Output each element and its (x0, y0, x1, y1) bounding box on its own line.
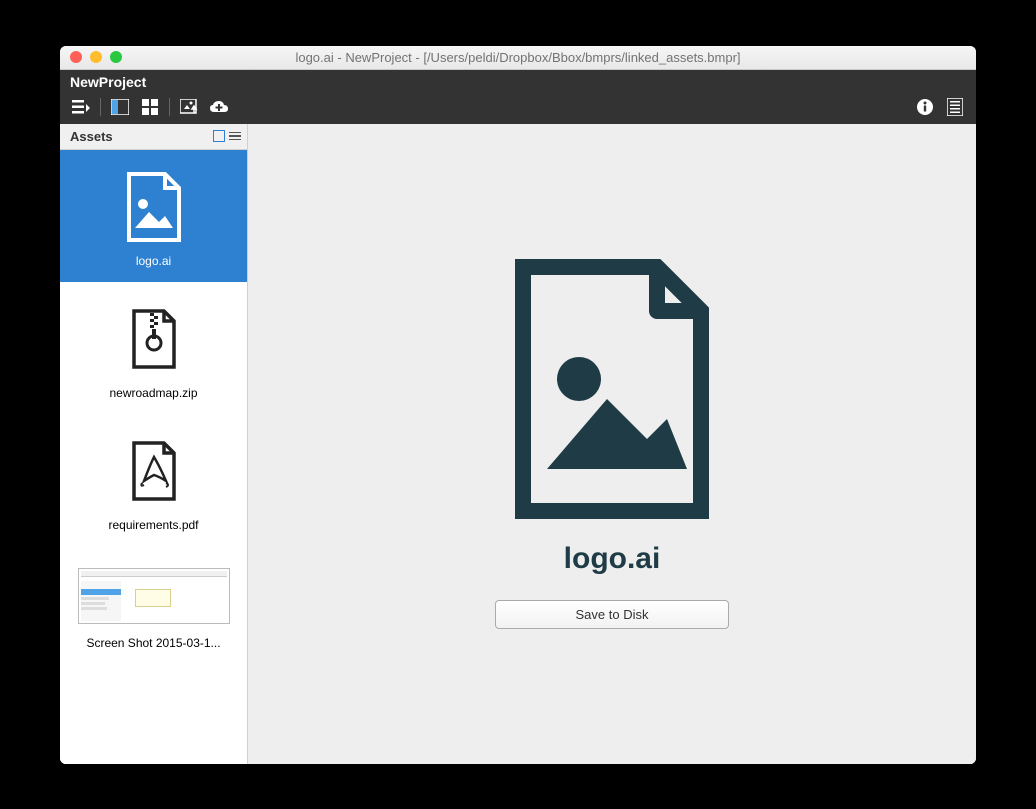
image-file-icon (68, 172, 239, 242)
sidebar-title: Assets (70, 129, 113, 144)
sidebar-menu-icon[interactable] (229, 132, 241, 141)
zoom-window-button[interactable] (110, 51, 122, 63)
asset-list[interactable]: logo.ai (60, 150, 247, 764)
sidebar-header: Assets (60, 124, 247, 150)
menu-button[interactable] (70, 96, 92, 118)
pdf-file-icon (68, 436, 239, 506)
app-window: logo.ai - NewProject - [/Users/peldi/Dro… (60, 46, 976, 764)
grid-layout-button[interactable] (139, 96, 161, 118)
add-cloud-button[interactable] (208, 96, 230, 118)
panel-icon (111, 99, 129, 115)
import-icon (180, 99, 198, 115)
menu-icon (72, 100, 90, 114)
titlebar[interactable]: logo.ai - NewProject - [/Users/peldi/Dro… (60, 46, 976, 70)
cloud-plus-icon (209, 99, 229, 115)
asset-label: Screen Shot 2015-03-1... (68, 636, 239, 650)
asset-label: requirements.pdf (68, 518, 239, 532)
properties-panel-button[interactable] (944, 96, 966, 118)
window-controls (60, 51, 122, 63)
toolbar-divider (169, 98, 170, 116)
asset-label: newroadmap.zip (68, 386, 239, 400)
window-title: logo.ai - NewProject - [/Users/peldi/Dro… (60, 50, 976, 65)
asset-item-screenshot[interactable]: Screen Shot 2015-03-1... (60, 546, 247, 664)
asset-item-pdf[interactable]: requirements.pdf (60, 414, 247, 546)
minimize-window-button[interactable] (90, 51, 102, 63)
close-window-button[interactable] (70, 51, 82, 63)
panel-layout-button[interactable] (109, 96, 131, 118)
info-icon (916, 98, 934, 116)
preview-file-icon (507, 259, 717, 524)
import-button[interactable] (178, 96, 200, 118)
body-area: Assets (60, 124, 976, 764)
preview-area: logo.ai Save to Disk (248, 124, 976, 764)
project-name: NewProject (60, 70, 976, 92)
asset-item-zip[interactable]: newroadmap.zip (60, 282, 247, 414)
toolbar (60, 92, 976, 124)
zip-file-icon (68, 304, 239, 374)
list-panel-icon (947, 98, 963, 116)
expand-icon[interactable] (213, 130, 225, 142)
screenshot-thumbnail (78, 568, 230, 624)
asset-label: logo.ai (68, 254, 239, 268)
grid-icon (142, 99, 158, 115)
info-button[interactable] (914, 96, 936, 118)
asset-item-logo[interactable]: logo.ai (60, 150, 247, 282)
assets-sidebar: Assets (60, 124, 248, 764)
topbar: NewProject (60, 70, 976, 124)
save-to-disk-button[interactable]: Save to Disk (495, 600, 730, 629)
toolbar-divider (100, 98, 101, 116)
preview-filename: logo.ai (564, 542, 661, 576)
